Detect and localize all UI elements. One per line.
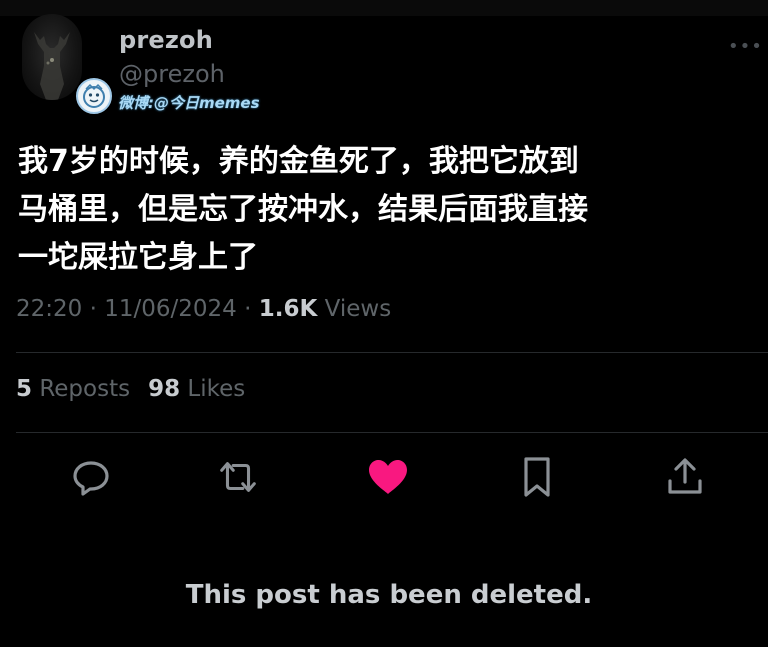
tweet-text: 我7岁的时候，养的金鱼死了，我把它放到 马桶里，但是忘了按冲水，结果后面我直接 … [18,144,588,275]
watermark-logo-icon [76,78,112,114]
share-upload-icon [668,458,702,494]
divider [16,352,768,353]
author-display-name[interactable]: prezoh [119,26,213,54]
divider [16,432,768,433]
tweet-date[interactable]: 11/06/2024 [104,296,237,322]
meta-separator: · [89,296,97,322]
top-bar [0,0,768,16]
views-count: 1.6K [258,296,318,322]
tweet-meta: 22:20 · 11/06/2024 · 1.6K Views [16,296,391,322]
share-button[interactable] [663,455,707,499]
views-label: Views [324,296,392,322]
likes-count: 98 [148,376,181,402]
repost-button[interactable] [216,455,260,499]
like-button[interactable] [366,455,410,499]
repost-arrows-icon [220,462,256,492]
reposts-link[interactable]: 5 Reposts [16,376,130,402]
heart-icon [369,460,407,494]
watermark-text: 微博:@今日memes [118,93,260,112]
bookmark-icon [524,457,550,497]
speech-bubble-icon [73,461,109,496]
likes-link[interactable]: 98 Likes [148,376,245,402]
weibo-watermark: 微博:@今日memes [76,76,260,116]
avatar[interactable] [22,14,82,100]
deer-silhouette-icon [34,32,70,100]
likes-label: Likes [187,376,246,402]
reposts-label: Reposts [39,376,131,402]
reply-button[interactable] [69,455,113,499]
meta-separator: · [244,296,252,322]
more-options-icon[interactable]: ••• [728,36,763,57]
bookmark-button[interactable] [515,455,559,499]
deleted-notice: This post has been deleted. [185,580,593,610]
tweet-time[interactable]: 22:20 [16,296,82,322]
tweet-stats: 5 Reposts 98 Likes [16,376,245,402]
reposts-count: 5 [16,376,33,402]
